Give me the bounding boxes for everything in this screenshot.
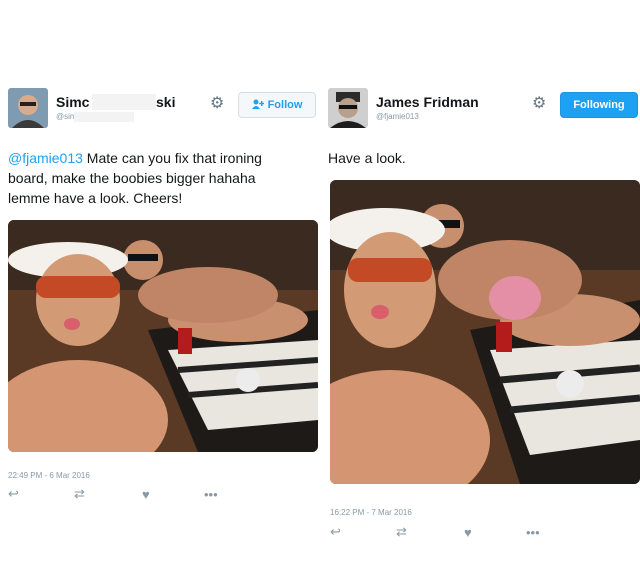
tweet-text: Have a look. xyxy=(328,150,406,166)
retweet-icon[interactable]: ⇄ xyxy=(74,486,85,502)
tweet-reply: James Fridman @fjamie013 ⚙ Following Hav… xyxy=(328,86,640,168)
gear-icon[interactable]: ⚙ xyxy=(532,96,546,112)
like-icon[interactable]: ♥ xyxy=(142,487,150,502)
tweet-text-line1: Mate can you fix that ironing xyxy=(82,150,262,166)
retweet-icon[interactable]: ⇄ xyxy=(396,524,407,540)
reply-icon[interactable]: ↩ xyxy=(330,524,341,540)
tweet-original: Simc ski @sim ⚙ Follow @fjamie013 Mate c… xyxy=(8,86,324,208)
avatar[interactable] xyxy=(8,88,48,128)
like-icon[interactable]: ♥ xyxy=(464,525,472,540)
user-handle[interactable]: @fjamie013 xyxy=(376,112,419,121)
follow-label: Follow xyxy=(267,99,303,111)
tweet-text-line3: lemme have a look. Cheers! xyxy=(8,190,183,206)
user-name-last[interactable]: ski xyxy=(156,94,175,110)
add-user-icon xyxy=(251,99,264,112)
follow-button[interactable]: Follow xyxy=(238,92,316,118)
reply-icon[interactable]: ↩ xyxy=(8,486,19,502)
user-name-first[interactable]: Simc xyxy=(56,94,89,110)
gear-icon[interactable]: ⚙ xyxy=(210,96,224,112)
tweet-text-line2: board, make the boobies bigger hahaha xyxy=(8,170,256,186)
tweet-text: @fjamie013 Mate can you fix that ironing… xyxy=(8,148,324,208)
user-name[interactable]: James Fridman xyxy=(376,94,479,110)
name-redaction xyxy=(92,94,156,110)
handle-redaction xyxy=(74,112,134,122)
tweet-timestamp[interactable]: 22:49 PM - 6 Mar 2016 xyxy=(8,471,90,480)
tweet-photo-edited[interactable] xyxy=(330,180,640,484)
more-icon[interactable]: ••• xyxy=(204,487,218,502)
avatar[interactable] xyxy=(328,88,368,128)
tweet-timestamp[interactable]: 16:22 PM - 7 Mar 2016 xyxy=(330,508,412,517)
following-label: Following xyxy=(573,99,625,111)
tweet-header: James Fridman @fjamie013 ⚙ Following xyxy=(328,86,640,132)
mention-link[interactable]: @fjamie013 xyxy=(8,150,83,166)
tweet-photo-original[interactable] xyxy=(8,220,318,452)
following-button[interactable]: Following xyxy=(560,92,638,118)
more-icon[interactable]: ••• xyxy=(526,525,540,540)
tweet-header: Simc ski @sim ⚙ Follow xyxy=(8,86,324,132)
